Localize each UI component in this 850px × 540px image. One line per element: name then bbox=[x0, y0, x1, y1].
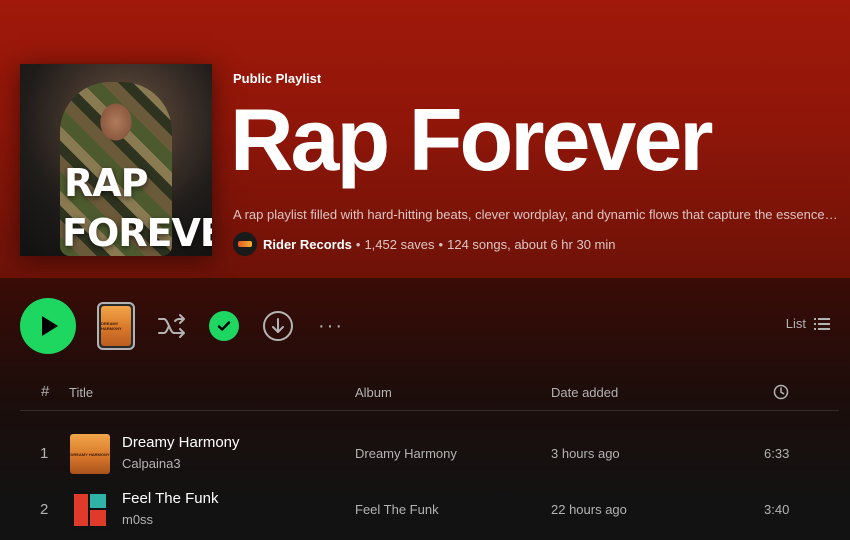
column-duration[interactable] bbox=[773, 384, 789, 403]
owner-link[interactable]: Rider Records bbox=[263, 237, 352, 252]
download-icon bbox=[263, 311, 293, 341]
check-icon bbox=[217, 321, 231, 331]
playlist-meta: Rider Records • 1,452 saves • 124 songs,… bbox=[233, 232, 616, 256]
play-icon bbox=[42, 316, 58, 336]
tracklist-header: # Title Album Date added bbox=[20, 373, 839, 411]
column-title[interactable]: Title bbox=[69, 385, 93, 400]
saves-count: 1,452 saves bbox=[364, 236, 435, 252]
column-number: # bbox=[41, 383, 50, 400]
column-album[interactable]: Album bbox=[355, 385, 392, 400]
play-button[interactable] bbox=[20, 298, 76, 354]
view-label: List bbox=[785, 316, 806, 331]
track-duration: 6:33 bbox=[764, 446, 790, 461]
playlist-header: RAP FOREVER Public Playlist Rap Forever … bbox=[0, 0, 850, 278]
playlist-type: Public Playlist bbox=[233, 71, 322, 86]
shuffle-icon bbox=[158, 314, 185, 338]
now-playing-preview[interactable]: DREAMY HARMONY bbox=[97, 302, 135, 350]
track-number: 2 bbox=[40, 501, 49, 518]
songs-duration: 124 songs, about 6 hr 30 min bbox=[447, 236, 616, 252]
cover-title-line-2: FOREVER bbox=[62, 211, 212, 255]
cover-title-line-1: RAP bbox=[64, 161, 149, 205]
track-row[interactable]: 2 Feel The Funk m0ss Feel The Funk 22 ho… bbox=[20, 482, 839, 538]
playlist-cover[interactable]: RAP FOREVER bbox=[20, 64, 212, 256]
download-button[interactable] bbox=[262, 310, 294, 342]
track-duration: 3:40 bbox=[764, 502, 790, 517]
track-artwork bbox=[70, 490, 110, 530]
track-album[interactable]: Feel The Funk bbox=[355, 502, 439, 517]
view-toggle[interactable]: List bbox=[786, 316, 830, 331]
action-bar: DREAMY HARMONY ··· List bbox=[20, 298, 830, 354]
track-number: 1 bbox=[40, 445, 49, 462]
owner-avatar[interactable] bbox=[233, 232, 257, 256]
track-artwork: DREAMY HARMONY bbox=[70, 434, 110, 474]
track-date-added: 22 hours ago bbox=[551, 502, 627, 517]
meta-separator: • bbox=[438, 236, 444, 252]
track-album[interactable]: Dreamy Harmony bbox=[355, 446, 457, 461]
list-icon bbox=[814, 317, 830, 330]
playlist-title[interactable]: Rap Forever bbox=[230, 96, 714, 184]
shuffle-button[interactable] bbox=[156, 310, 188, 342]
track-artist[interactable]: Calpaina3 bbox=[122, 456, 181, 471]
playlist-description: A rap playlist filled with hard-hitting … bbox=[233, 207, 838, 222]
track-row[interactable]: 1 DREAMY HARMONY Dreamy Harmony Calpaina… bbox=[20, 426, 839, 482]
track-title[interactable]: Dreamy Harmony bbox=[122, 434, 240, 451]
track-artwork-text: DREAMY HARMONY bbox=[70, 451, 110, 457]
clock-icon bbox=[773, 384, 789, 400]
track-title[interactable]: Feel The Funk bbox=[122, 490, 218, 507]
column-date-added[interactable]: Date added bbox=[551, 385, 618, 400]
more-options-button[interactable]: ··· bbox=[315, 310, 347, 342]
track-date-added: 3 hours ago bbox=[551, 446, 620, 461]
meta-separator: • bbox=[355, 236, 361, 252]
mini-cover-text: DREAMY HARMONY bbox=[101, 306, 131, 346]
track-artist[interactable]: m0ss bbox=[122, 512, 153, 527]
saved-button[interactable] bbox=[208, 310, 240, 342]
